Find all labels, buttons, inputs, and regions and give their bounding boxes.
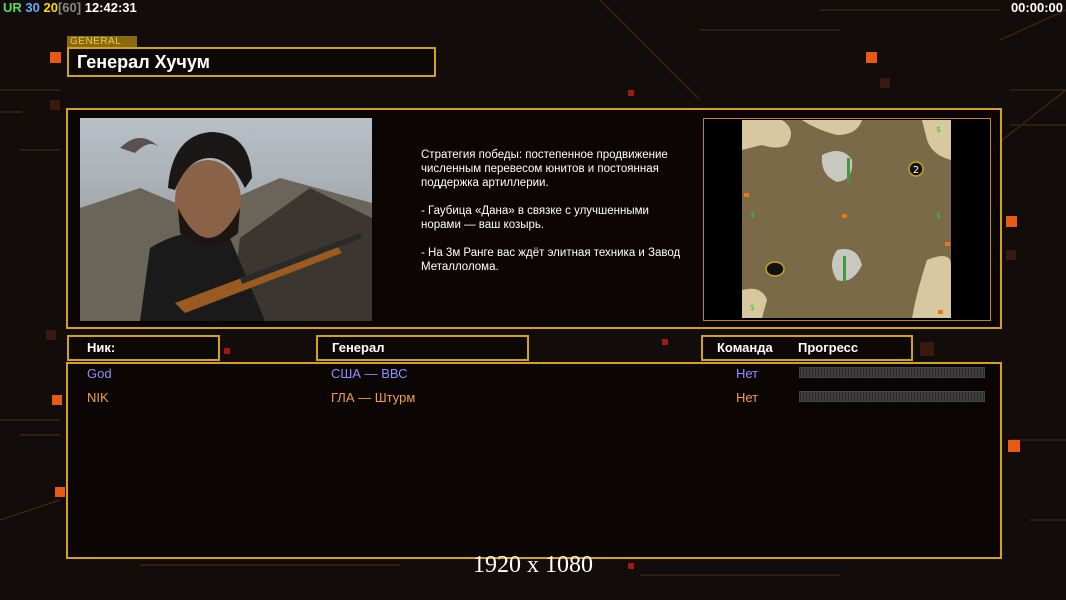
start-position-label: 2 <box>913 165 919 176</box>
progress-bar <box>799 391 985 402</box>
resolution-label: 1920 x 1080 <box>473 552 593 578</box>
general-tag: GENERAL <box>67 36 137 47</box>
player-nick[interactable]: NIK <box>87 390 109 406</box>
player-general[interactable]: США — ВВС <box>331 366 408 382</box>
header-nick: Ник: <box>67 335 220 361</box>
minimap[interactable]: $ $ $ $ 2 <box>742 120 951 318</box>
fps-max: [60] <box>57 0 82 15</box>
progress-bar <box>799 367 985 378</box>
strategy-paragraph: - Гаубица «Дана» в связке с улучшенными … <box>421 205 649 231</box>
header-progress: Прогресс <box>798 340 859 355</box>
player-nick[interactable]: God <box>87 366 112 382</box>
strategy-text: Стратегия победы: постепенное продвижени… <box>421 148 681 288</box>
player-team[interactable]: Нет <box>736 366 758 382</box>
player-team[interactable]: Нет <box>736 390 758 406</box>
fps-label: UR <box>3 0 22 15</box>
svg-text:$: $ <box>936 125 941 134</box>
header-general: Генерал <box>316 335 529 361</box>
svg-text:$: $ <box>750 210 755 219</box>
fps-value: 30 <box>25 0 40 15</box>
fps-counter: UR 30 20[60] 12:42:31 <box>3 0 137 15</box>
general-name: Генерал Хучум <box>67 47 436 77</box>
general-portrait <box>80 118 372 321</box>
strategy-paragraph: - На 3м Ранге вас ждёт элитная техника и… <box>421 247 681 273</box>
svg-text:$: $ <box>936 211 941 220</box>
header-team-progress: Команда Прогресс <box>701 335 913 361</box>
header-team: Команда <box>717 340 773 355</box>
fps-limit: 20 <box>43 0 58 15</box>
svg-text:$: $ <box>750 303 755 312</box>
clock: 12:42:31 <box>84 0 137 15</box>
strategy-paragraph: Стратегия победы: постепенное продвижени… <box>421 149 668 189</box>
game-timer: 00:00:00 <box>1010 0 1063 15</box>
player-general[interactable]: ГЛА — Штурм <box>331 390 415 406</box>
